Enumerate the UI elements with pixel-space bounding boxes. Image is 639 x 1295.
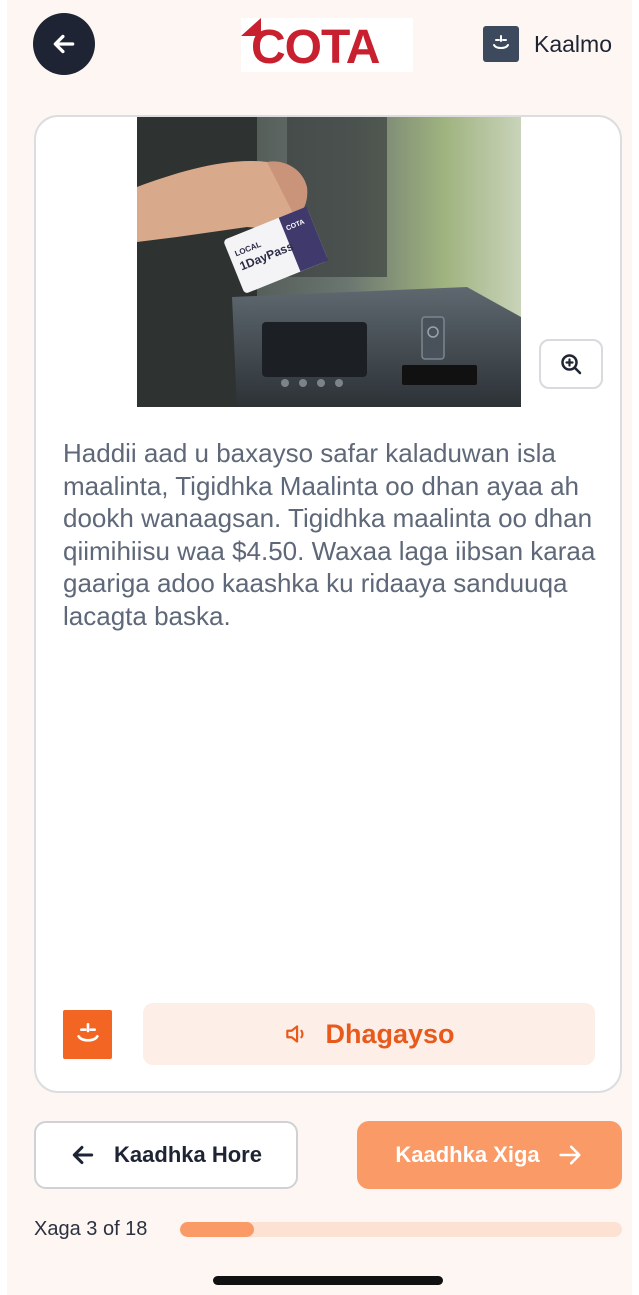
zoom-button[interactable]: [539, 339, 603, 389]
progress-fill: [180, 1222, 254, 1237]
speaker-icon: [286, 1025, 305, 1043]
logo-text: COTA: [251, 21, 380, 74]
progress-bar: [180, 1222, 622, 1237]
lesson-card: LOCAL 1DayPass COTA Haddii aad u baxayso…: [34, 115, 622, 1093]
arrow-left-icon: [53, 34, 75, 54]
listen-button[interactable]: Dhagayso: [143, 1003, 595, 1065]
card-body-text: Haddii aad u baxayso safar kaladuwan isl…: [63, 438, 596, 631]
smile-helper-icon[interactable]: [63, 1010, 112, 1059]
arrow-right-icon: [559, 1145, 581, 1165]
progress-label: Xaga 3 of 18: [34, 1218, 148, 1240]
listen-label: Dhagayso: [325, 1018, 455, 1049]
fare-box-photo: LOCAL 1DayPass COTA: [137, 117, 521, 407]
back-button[interactable]: [33, 13, 95, 75]
next-card-button[interactable]: Kaadhka Xiga: [357, 1121, 622, 1189]
help-label: Kaalmo: [534, 30, 612, 57]
previous-card-label: Kaadhka Hore: [114, 1142, 262, 1167]
cota-logo: COTA: [241, 18, 413, 72]
app-screen: COTA Kaalmo LOCAL 1DayPass COTA Haddii a…: [7, 0, 632, 1295]
zoom-in-icon: [561, 354, 582, 375]
arrow-left-icon: [72, 1145, 94, 1165]
previous-card-button[interactable]: Kaadhka Hore: [34, 1121, 298, 1189]
home-indicator[interactable]: [213, 1276, 443, 1285]
next-card-label: Kaadhka Xiga: [395, 1142, 540, 1167]
help-button[interactable]: Kaalmo: [483, 26, 612, 62]
smile-help-icon: [483, 26, 519, 62]
